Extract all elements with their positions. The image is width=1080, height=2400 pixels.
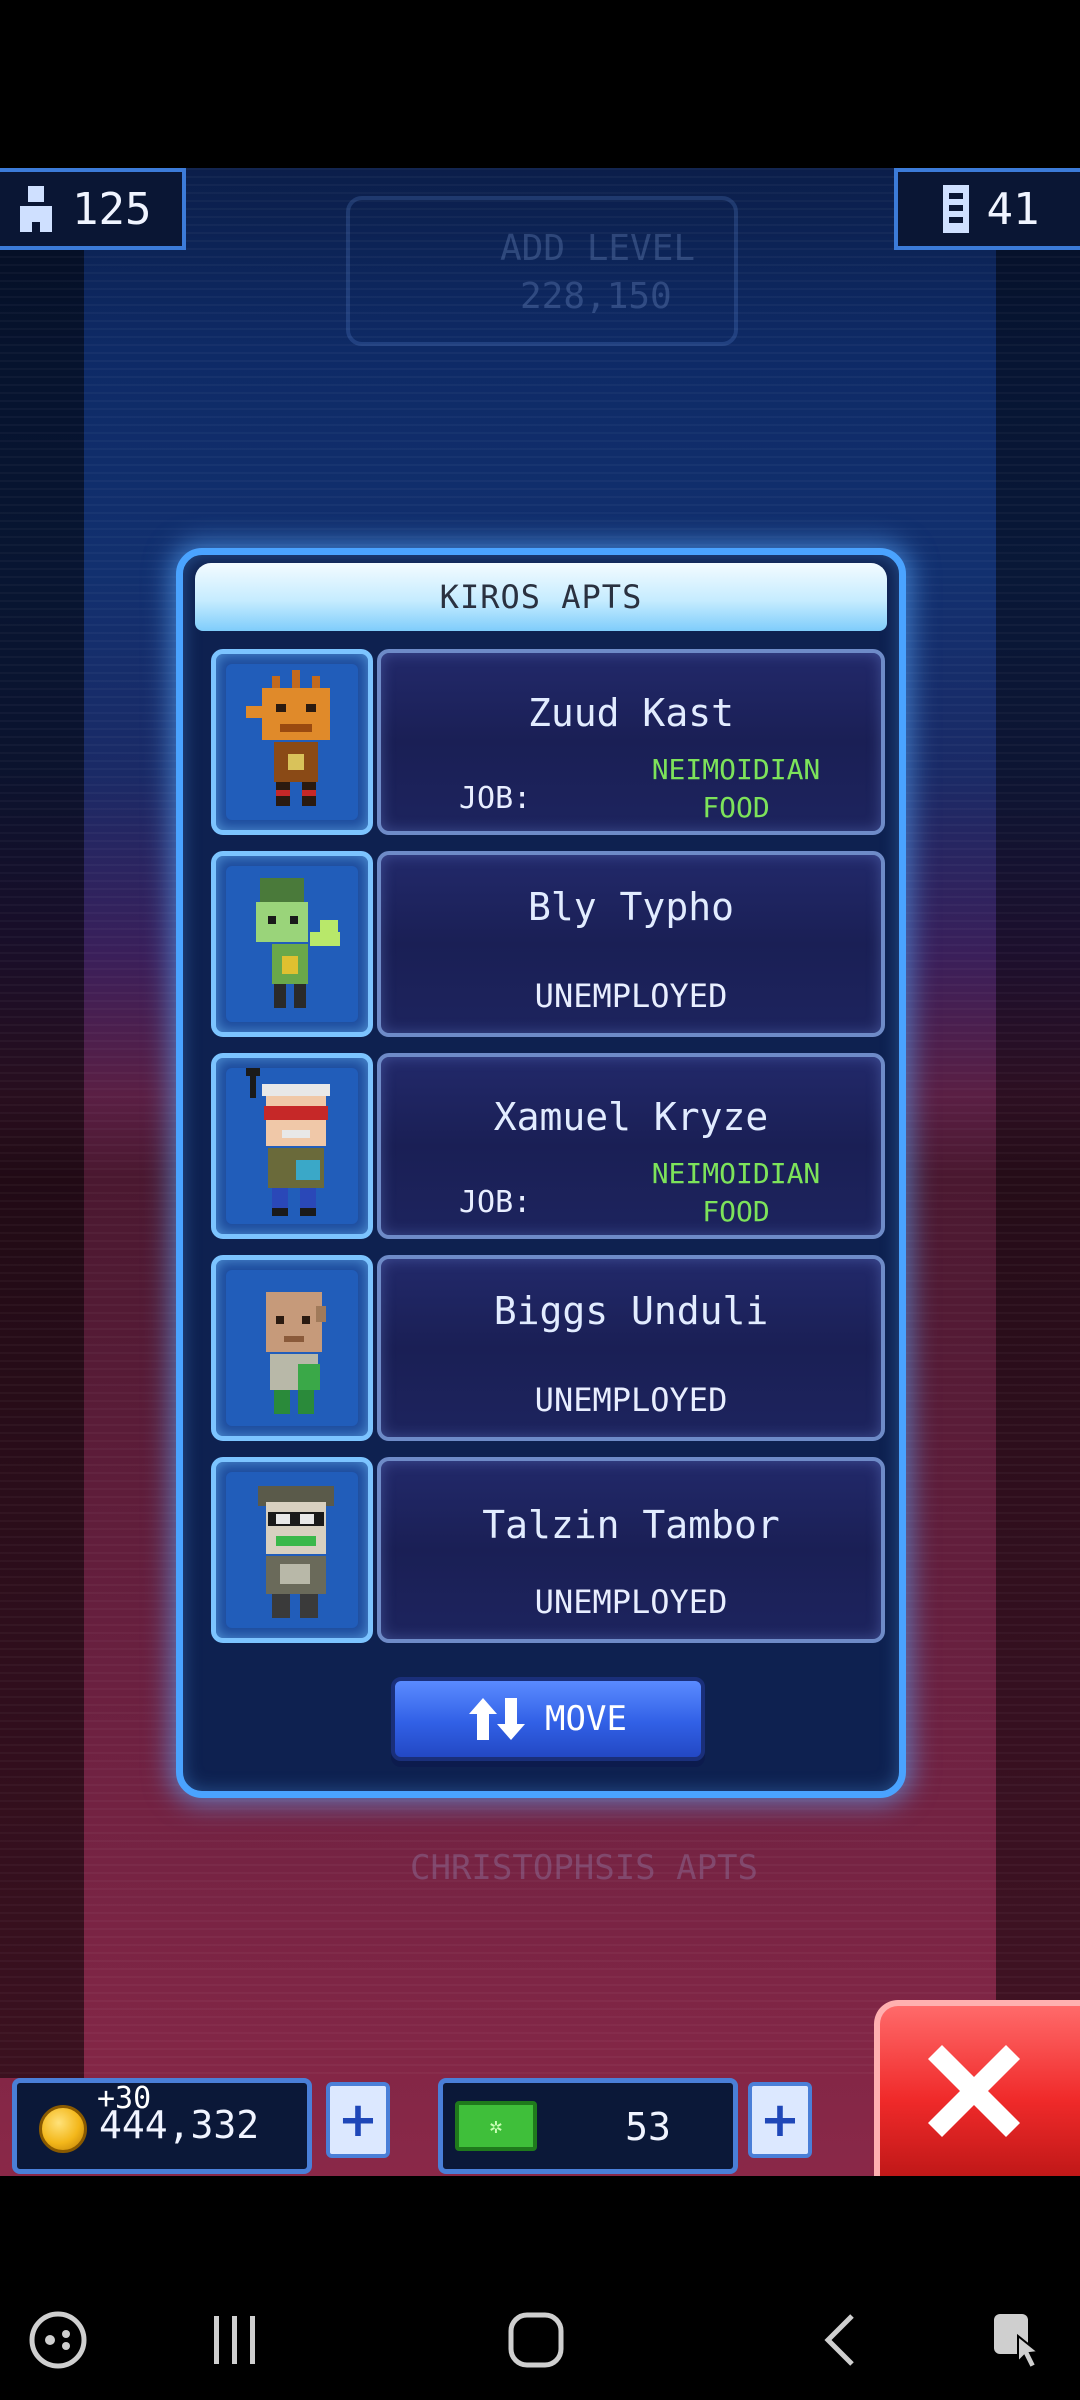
resident-status: UNEMPLOYED xyxy=(534,1583,728,1621)
resident-row[interactable]: Talzin Tambor UNEMPLOYED xyxy=(211,1457,885,1643)
bux-counter: ✲ 53 xyxy=(438,2078,738,2174)
resident-row[interactable]: Zuud Kast JOB: NEIMOIDIAN FOOD xyxy=(211,649,885,835)
resident-name: Biggs Unduli xyxy=(493,1289,769,1333)
recent-apps-button[interactable] xyxy=(194,2300,274,2380)
resident-name: Bly Typho xyxy=(528,885,734,929)
resident-info[interactable]: Biggs Unduli UNEMPLOYED xyxy=(377,1255,885,1441)
add-level-cost: 228,150 xyxy=(520,276,672,317)
floor-counter: 41 xyxy=(894,168,1080,250)
resident-portrait[interactable] xyxy=(211,1053,373,1239)
resident-name: Zuud Kast xyxy=(528,691,734,735)
population-counter: 125 xyxy=(0,168,186,250)
job-label: JOB: xyxy=(459,1185,532,1220)
resident-status: UNEMPLOYED xyxy=(534,1381,728,1419)
coin-counter: +30 444,332 xyxy=(12,2078,312,2174)
resident-info[interactable]: Zuud Kast JOB: NEIMOIDIAN FOOD xyxy=(377,649,885,835)
recent-apps-icon xyxy=(214,2316,255,2364)
game-launcher-button[interactable] xyxy=(18,2300,98,2380)
resident-portrait[interactable] xyxy=(211,851,373,1037)
home-icon xyxy=(508,2312,564,2368)
close-button[interactable] xyxy=(874,2000,1080,2176)
bux-amount: 53 xyxy=(625,2105,671,2149)
floor-value: 41 xyxy=(986,183,1040,235)
human-avatar-icon xyxy=(258,1486,334,1618)
population-value: 125 xyxy=(72,183,152,235)
close-icon xyxy=(928,2045,1020,2137)
resident-info[interactable]: Talzin Tambor UNEMPLOYED xyxy=(377,1457,885,1643)
add-level-panel xyxy=(346,196,738,346)
touch-icon xyxy=(994,2314,1041,2370)
resident-name: Talzin Tambor xyxy=(482,1503,780,1547)
human-avatar-icon xyxy=(246,1068,330,1216)
job-value: NEIMOIDIAN FOOD xyxy=(651,1157,821,1228)
resident-portrait[interactable] xyxy=(211,1457,373,1643)
resident-info[interactable]: Xamuel Kryze JOB: NEIMOIDIAN FOOD xyxy=(377,1053,885,1239)
dialog-title: KIROS APTS xyxy=(195,563,887,631)
job-label: JOB: xyxy=(459,781,532,816)
floor-label: CHRISTOPHSIS APTS xyxy=(410,1848,758,1888)
home-button[interactable] xyxy=(496,2300,576,2380)
buy-coins-button[interactable]: + xyxy=(326,2082,390,2158)
accessibility-button[interactable] xyxy=(978,2300,1058,2380)
alien-avatar-icon xyxy=(246,670,330,806)
move-label: MOVE xyxy=(545,1699,627,1739)
human-avatar-icon xyxy=(266,1292,326,1414)
buy-bux-button[interactable]: + xyxy=(748,2082,812,2158)
resident-name: Xamuel Kryze xyxy=(493,1095,769,1139)
resident-portrait[interactable] xyxy=(211,1255,373,1441)
back-button[interactable] xyxy=(800,2300,880,2380)
alien-avatar-icon xyxy=(256,878,340,1008)
move-button[interactable]: MOVE xyxy=(391,1677,705,1761)
coin-icon xyxy=(39,2105,87,2153)
resident-portrait[interactable] xyxy=(211,649,373,835)
up-down-arrows-icon xyxy=(469,1698,526,1740)
person-icon xyxy=(20,186,52,232)
resident-row[interactable]: Bly Typho UNEMPLOYED xyxy=(211,851,885,1037)
resident-row[interactable]: Xamuel Kryze JOB: NEIMOIDIAN FOOD xyxy=(211,1053,885,1239)
job-value: NEIMOIDIAN FOOD xyxy=(651,753,821,824)
coin-amount: 444,332 xyxy=(99,2103,260,2147)
gamepad-icon xyxy=(29,2311,87,2369)
bux-icon: ✲ xyxy=(455,2101,537,2151)
residents-dialog: KIROS APTS Zuud Kast JOB: NEIMOIDIAN FOO… xyxy=(176,548,906,1798)
add-level-label: ADD LEVEL xyxy=(500,228,696,269)
resident-status: UNEMPLOYED xyxy=(534,977,728,1015)
resident-row[interactable]: Biggs Unduli UNEMPLOYED xyxy=(211,1255,885,1441)
building-icon xyxy=(942,185,969,233)
back-icon xyxy=(824,2314,854,2366)
resident-info[interactable]: Bly Typho UNEMPLOYED xyxy=(377,851,885,1037)
